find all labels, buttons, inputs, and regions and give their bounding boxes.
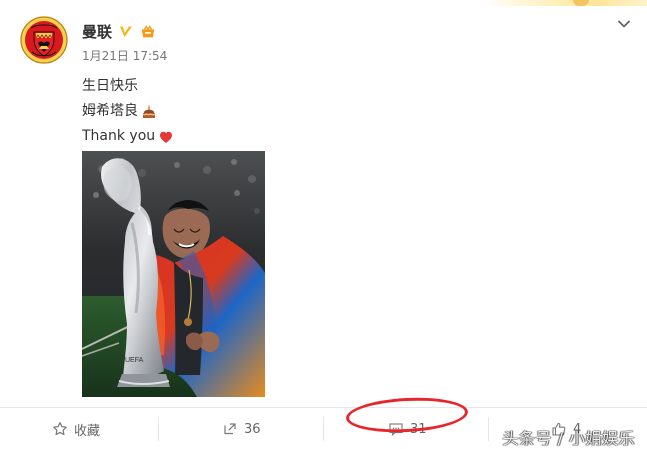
- username-row: 曼联: [82, 20, 156, 44]
- post-line-1-text: 生日快乐: [82, 78, 138, 94]
- comment-button[interactable]: 31: [388, 419, 427, 439]
- heart-emoji-icon: [160, 131, 173, 143]
- action-divider-3: [488, 417, 489, 441]
- top-decoration: [482, 0, 647, 6]
- post-line-1: 生日快乐: [82, 74, 174, 99]
- star-icon: [53, 422, 67, 436]
- cake-emoji-icon: [142, 104, 156, 118]
- svg-text:UEFA: UEFA: [125, 357, 144, 364]
- post-line-3-text: Thank you: [82, 128, 156, 144]
- action-divider-2: [323, 417, 324, 441]
- post-timestamp: 1月21日 17:54: [82, 49, 168, 63]
- chevron-down-icon[interactable]: [616, 16, 632, 32]
- share-icon: [224, 423, 236, 435]
- watermark: 头条号 / 小娟娱乐: [502, 429, 635, 448]
- post-line-3: Thank you: [82, 124, 174, 149]
- post-image[interactable]: UEFA: [82, 151, 265, 397]
- trophy-photo-illustration: UEFA: [82, 151, 265, 397]
- action-divider-1: [158, 417, 159, 441]
- post-content: 生日快乐 姆希塔良 Thank you: [82, 74, 174, 149]
- favorite-label: 收藏: [74, 423, 101, 439]
- favorite-button[interactable]: 收藏: [52, 419, 100, 439]
- club-crest-icon: [19, 15, 69, 65]
- comment-count: 31: [410, 421, 427, 437]
- verified-badge-icon: [120, 26, 133, 37]
- level-badge-icon: [141, 25, 155, 38]
- repost-button[interactable]: 36: [222, 419, 261, 439]
- avatar[interactable]: [18, 14, 70, 66]
- weibo-post-card: 曼联 1月21日 17:54 生日快乐 姆希塔良 Thank you UEFA …: [0, 0, 647, 449]
- post-line-2: 姆希塔良: [82, 99, 174, 124]
- username[interactable]: 曼联: [82, 24, 112, 40]
- post-line-2-text: 姆希塔良: [82, 103, 138, 119]
- repost-count: 36: [244, 421, 261, 437]
- comment-icon: [389, 423, 403, 436]
